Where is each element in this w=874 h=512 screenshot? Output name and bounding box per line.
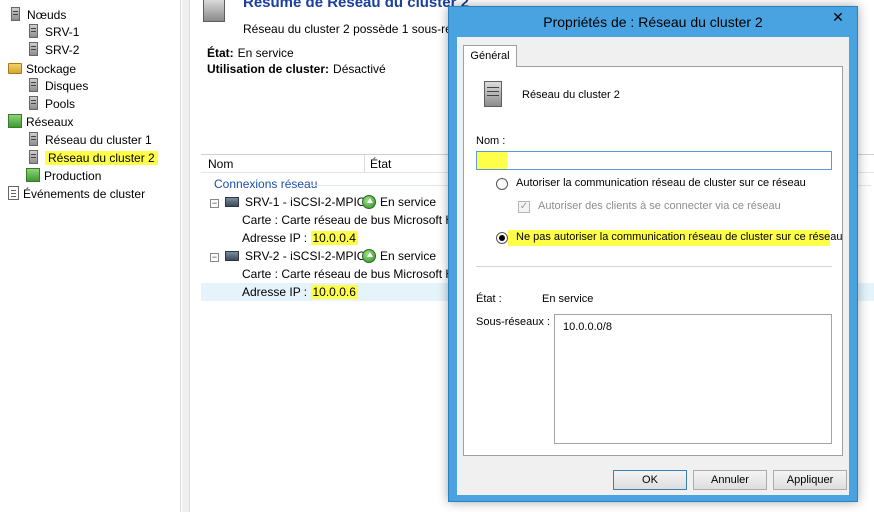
- radio-allow-cluster-communication[interactable]: [496, 178, 508, 190]
- cluster-network-icon: [484, 81, 502, 107]
- column-header-state[interactable]: État: [370, 157, 391, 171]
- storage-folder-icon: [8, 63, 22, 74]
- option-deny-label: Ne pas autoriser la communication réseau…: [516, 231, 843, 243]
- tree-item-srv-2[interactable]: SRV-2: [26, 41, 79, 59]
- server-icon: [11, 7, 20, 21]
- adapter-detail: Carte : Carte réseau de bus Microsoft Hy…: [242, 213, 478, 227]
- group-header: Connexions réseau: [214, 177, 318, 191]
- list-item[interactable]: − SRV-1 - iSCSI-2-MPIO: [210, 193, 366, 211]
- checkbox-allow-clients[interactable]: ✓: [518, 201, 530, 213]
- list-item[interactable]: − SRV-2 - iSCSI-2-MPIO: [210, 247, 366, 265]
- network-icon: [8, 114, 22, 128]
- tree-item-storage[interactable]: Stockage: [8, 60, 76, 78]
- cluster-network-icon: [29, 150, 38, 164]
- name-input[interactable]: [476, 151, 832, 170]
- server-icon: [29, 42, 38, 56]
- subnets-label: Sous-réseaux :: [476, 316, 550, 328]
- summary-state: État: En service: [207, 46, 294, 60]
- tree-item-networks[interactable]: Réseaux: [8, 113, 73, 131]
- state-value: En service: [542, 293, 594, 305]
- server-icon: [29, 24, 38, 38]
- tree-item-production[interactable]: Production: [26, 167, 101, 185]
- online-status-icon: [362, 195, 376, 209]
- pool-icon: [29, 96, 38, 110]
- navigation-tree: Nœuds SRV-1 SRV-2 Stockage Disques Pools…: [0, 0, 181, 512]
- cancel-button[interactable]: Annuler: [693, 470, 767, 490]
- dialog-title: Propriétés de : Réseau du cluster 2: [543, 14, 763, 30]
- tab-general[interactable]: Général: [463, 45, 517, 67]
- status-cell: En service: [362, 247, 436, 265]
- tree-item-disks[interactable]: Disques: [26, 77, 88, 95]
- column-header-name[interactable]: Nom: [208, 157, 233, 171]
- ip-address: 10.0.0.6: [310, 285, 358, 299]
- divider: [476, 266, 832, 267]
- network-icon: [26, 168, 40, 182]
- tree-item-srv-1[interactable]: SRV-1: [26, 23, 79, 41]
- event-log-icon: [8, 186, 19, 200]
- summary-subtitle: Réseau du cluster 2 possède 1 sous-résea…: [243, 22, 478, 36]
- tree-item-nodes[interactable]: Nœuds: [8, 6, 66, 24]
- status-cell: En service: [362, 193, 436, 211]
- subnets-list[interactable]: 10.0.0.0/8: [554, 314, 832, 444]
- properties-dialog: Propriétés de : Réseau du cluster 2 ✕ Gé…: [448, 6, 858, 502]
- network-name-heading: Réseau du cluster 2: [522, 89, 620, 101]
- online-status-icon: [362, 249, 376, 263]
- list-item: 10.0.0.0/8: [563, 321, 612, 333]
- name-label: Nom :: [476, 135, 506, 147]
- option-clients-label: Autoriser des clients à se connecter via…: [538, 200, 781, 212]
- option-allow-label: Autoriser la communication réseau de clu…: [516, 177, 806, 189]
- tree-item-cluster-network-1[interactable]: Réseau du cluster 1: [26, 131, 152, 149]
- tree-item-pools[interactable]: Pools: [26, 95, 75, 113]
- cluster-network-icon: [203, 0, 225, 22]
- general-tab-panel: Réseau du cluster 2 Nom : Autoriser la c…: [463, 66, 843, 456]
- ip-detail: Adresse IP : 10.0.0.4: [242, 231, 358, 245]
- tree-item-cluster-events[interactable]: Événements de cluster: [8, 185, 145, 203]
- network-adapter-icon: [225, 197, 239, 207]
- close-button[interactable]: ✕: [825, 9, 851, 27]
- radio-deny-cluster-communication[interactable]: [496, 232, 508, 244]
- network-adapter-icon: [225, 251, 239, 261]
- summary-title: Résumé de Réseau du cluster 2: [243, 0, 469, 11]
- ip-detail[interactable]: Adresse IP : 10.0.0.6: [242, 283, 358, 301]
- summary-cluster-usage: Utilisation de cluster: Désactivé: [207, 62, 386, 76]
- tree-item-cluster-network-2[interactable]: Réseau du cluster 2: [26, 149, 158, 167]
- cluster-network-icon: [29, 132, 38, 146]
- ip-address: 10.0.0.4: [310, 231, 358, 245]
- disk-icon: [29, 78, 38, 92]
- collapse-icon[interactable]: −: [210, 199, 219, 208]
- state-label: État :: [476, 293, 502, 305]
- splitter[interactable]: [182, 0, 190, 512]
- collapse-icon[interactable]: −: [210, 253, 219, 262]
- ok-button[interactable]: OK: [613, 470, 687, 490]
- adapter-detail: Carte : Carte réseau de bus Microsoft Hy…: [242, 267, 478, 281]
- dialog-body: Général Réseau du cluster 2 Nom : Autori…: [457, 37, 849, 495]
- apply-button[interactable]: Appliquer: [773, 470, 847, 490]
- tree-item-selected-label: Réseau du cluster 2: [45, 151, 158, 165]
